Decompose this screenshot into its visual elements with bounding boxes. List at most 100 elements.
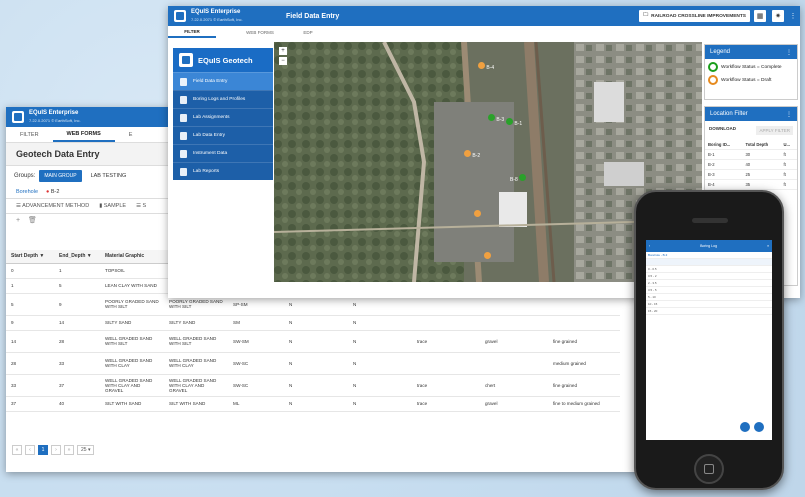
table-cell[interactable]: 9 (6, 315, 54, 331)
table-cell[interactable]: gravel (480, 396, 548, 412)
table-cell[interactable]: WELL GRADED SAND WITH CLAY (164, 352, 228, 375)
table-cell[interactable]: 37 (6, 396, 54, 412)
zoom-in-icon[interactable]: + (279, 47, 287, 55)
table-row[interactable]: B-4 35 ft (705, 179, 797, 190)
apply-filter-button[interactable]: APPLY FILTER (756, 126, 793, 135)
menu-item-lab-data-entry[interactable]: Lab Data Entry (173, 126, 273, 144)
table-row[interactable]: 33 37 WELL GRADED SAND WITH CLAY AND GRAVE… (6, 374, 620, 397)
col-end-depth[interactable]: End_Depth ▼ (54, 250, 100, 264)
zoom-out-icon[interactable]: − (279, 57, 287, 65)
table-cell[interactable] (548, 315, 620, 331)
phone-fab-icon[interactable] (754, 422, 764, 432)
subtab-strata[interactable]: ☰ S (136, 203, 146, 209)
table-cell[interactable]: medium grained (548, 352, 620, 375)
table-cell[interactable]: N (348, 374, 412, 397)
tab-edp[interactable]: EDP (284, 26, 332, 38)
menu-item-lab-reports[interactable]: Lab Reports (173, 162, 273, 180)
table-cell[interactable]: TOPSOIL (100, 263, 164, 279)
first-page-icon[interactable]: « (12, 445, 22, 455)
table-cell[interactable]: 14 (6, 330, 54, 353)
table-cell[interactable]: 40 (54, 396, 100, 412)
table-cell[interactable]: trace (412, 374, 480, 397)
table-cell[interactable]: SILT WITH SAND (100, 396, 164, 412)
table-cell[interactable]: fine grained (548, 374, 620, 397)
table-cell[interactable] (480, 315, 548, 331)
table-cell[interactable]: ML (228, 396, 284, 412)
table-cell[interactable]: N (284, 330, 348, 353)
table-cell[interactable]: SILTY SAND (164, 315, 228, 331)
list-item[interactable]: 10 - 15 (646, 301, 772, 308)
table-cell[interactable]: WELL GRADED SAND WITH CLAY (100, 352, 164, 375)
table-cell[interactable]: LEAN CLAY WITH SAND (100, 278, 164, 294)
table-cell[interactable]: 0 (6, 263, 54, 279)
table-row[interactable]: 37 40 SILT WITH SAND SILT WITH SAND ML N Ntrac… (6, 396, 620, 412)
list-item[interactable]: 0.5 - 2 (646, 273, 772, 280)
table-cell[interactable]: SW-SC (228, 374, 284, 397)
table-cell[interactable]: trace (412, 330, 480, 353)
table-cell[interactable]: N (284, 396, 348, 412)
menu-item-boring-logs[interactable]: Boring Logs and Profiles (173, 90, 273, 108)
list-item[interactable]: 3.5 - 5 (646, 287, 772, 294)
list-item[interactable]: 15 - 20 (646, 308, 772, 315)
col-start-depth[interactable]: Start Depth ▼ (6, 250, 54, 264)
tab-filter[interactable]: FILTER (6, 127, 53, 142)
prev-page-icon[interactable]: ‹ (25, 445, 35, 455)
table-cell[interactable]: SW-SC (228, 352, 284, 375)
tab-edp[interactable]: E (115, 127, 147, 142)
table-cell[interactable]: N (348, 396, 412, 412)
table-cell[interactable]: fine grained (548, 330, 620, 353)
table-cell[interactable] (480, 352, 548, 375)
home-button[interactable] (694, 454, 724, 484)
table-row[interactable]: 14 28 WELL GRADED SAND WITH SILT WELL GRADE… (6, 330, 620, 353)
menu-item-lab-assignments[interactable]: Lab Assignments (173, 108, 273, 126)
list-item[interactable]: 5 - 10 (646, 294, 772, 301)
download-button[interactable]: DOWNLOAD (709, 126, 736, 135)
table-cell[interactable]: 28 (6, 352, 54, 375)
col-material-graphic[interactable]: Material Graphic (100, 250, 164, 264)
list-item[interactable]: 0 - 0.5 (646, 266, 772, 273)
table-cell[interactable]: 1 (54, 263, 100, 279)
table-cell[interactable]: 33 (6, 374, 54, 397)
table-cell[interactable]: N (284, 315, 348, 331)
map-marker-b3[interactable]: B-3 (488, 114, 504, 123)
back-icon[interactable]: ‹ (649, 244, 650, 248)
map-marker-b4[interactable]: B-4 (478, 62, 494, 71)
table-cell[interactable]: N (348, 352, 412, 375)
list-item[interactable]: 2 - 3.5 (646, 280, 772, 287)
map-marker-b2[interactable]: B-2 (464, 150, 480, 159)
map-marker-extra[interactable] (484, 252, 491, 259)
menu-item-instrument-data[interactable]: Instrument Data (173, 144, 273, 162)
map-marker-b1[interactable]: B-1 (506, 118, 522, 127)
table-cell[interactable]: SW-SM (228, 330, 284, 353)
map-marker-b8[interactable]: B-8 (510, 174, 527, 183)
subtab-advancement[interactable]: ☰ ADVANCEMENT METHOD (16, 203, 89, 209)
col-total-depth[interactable]: Total Depth (742, 140, 781, 150)
table-cell[interactable]: 5 (54, 278, 100, 294)
table-cell[interactable] (412, 315, 480, 331)
table-cell[interactable] (412, 352, 480, 375)
last-page-icon[interactable]: » (64, 445, 74, 455)
subtab-sample[interactable]: ▮ SAMPLE (99, 203, 126, 209)
tab-filter[interactable]: FILTER (168, 26, 216, 38)
col-unit[interactable]: U... (780, 140, 797, 150)
tab-web-forms[interactable]: WEB FORMS (236, 26, 284, 38)
table-cell[interactable]: 1 (6, 278, 54, 294)
table-cell[interactable]: 33 (54, 352, 100, 375)
map-marker-extra[interactable] (474, 210, 481, 217)
table-cell[interactable]: chert (480, 374, 548, 397)
table-cell[interactable]: WELL GRADED SAND WITH SILT (164, 330, 228, 353)
table-cell[interactable]: 5 (6, 293, 54, 316)
table-cell[interactable]: SILTY SAND (100, 315, 164, 331)
page-number[interactable]: 1 (38, 445, 48, 455)
table-row[interactable]: B-3 25 ft (705, 169, 797, 180)
table-cell[interactable]: fine to medium grained (548, 396, 620, 412)
table-cell[interactable]: 14 (54, 315, 100, 331)
lab-testing-button[interactable]: LAB TESTING (86, 170, 132, 182)
settings-icon[interactable]: ✷ (772, 10, 784, 22)
table-row[interactable]: B-1 30 ft (705, 149, 797, 160)
menu-icon[interactable]: ≡ (767, 244, 769, 248)
add-row-icon[interactable]: + (16, 217, 20, 224)
table-row[interactable]: 28 33 WELL GRADED SAND WITH CLAY WELL GRADE… (6, 352, 620, 375)
phone-fab-icon[interactable] (740, 422, 750, 432)
grid-icon[interactable]: ▦ (754, 10, 766, 22)
